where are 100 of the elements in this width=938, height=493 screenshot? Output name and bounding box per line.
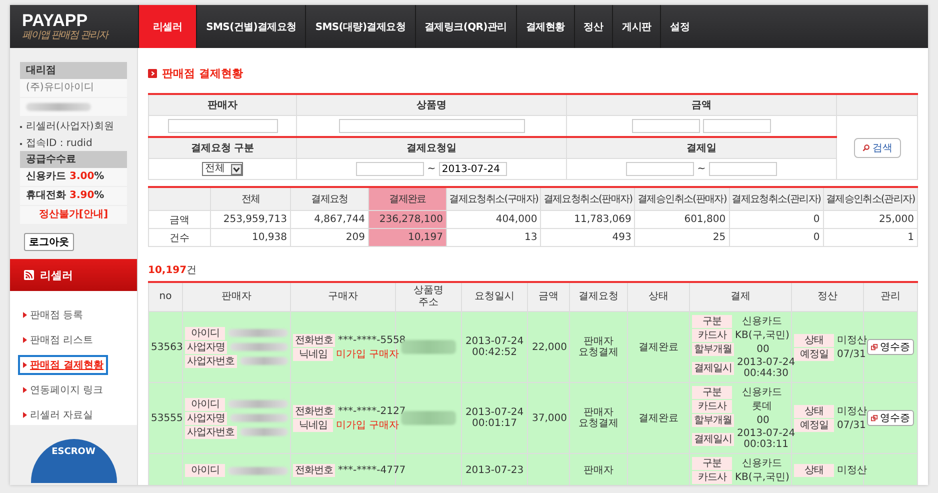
nav-tab[interactable]: SMS(건별)결제요청 <box>196 5 306 48</box>
field-label: 구분 <box>692 457 732 470</box>
field-value: 롯데 <box>751 401 773 412</box>
status-text: 결제완료 <box>638 342 678 352</box>
table-cell: 10,938 <box>210 228 290 246</box>
row-label: 금액 <box>148 210 210 228</box>
column-header: 결제요청 <box>290 187 368 210</box>
date-to-input[interactable]: 2013-07-24 <box>438 162 507 176</box>
table-cell: 209 <box>290 228 368 246</box>
table-cell: 13 <box>446 228 541 246</box>
field-value: 미가입 구매자 <box>336 348 400 360</box>
column-header: 결제요청일 <box>296 137 566 158</box>
column-header: no <box>148 282 182 312</box>
menu-item[interactable]: 리셀러 자료실 <box>18 405 98 425</box>
receipt-button[interactable]: 영수증 <box>867 339 914 355</box>
column-header: 결제완료 <box>368 187 446 210</box>
table-cell: 253,959,713 <box>210 210 290 228</box>
field-value: 2013-07-24 00:03:11 <box>737 428 796 450</box>
amount-max-input[interactable] <box>703 119 772 133</box>
request-time: 2013-07-24 00:42:52 <box>464 336 525 358</box>
nav-tab[interactable]: 결제링크(QR)관리 <box>414 5 516 48</box>
field-value: ***-****-2127 <box>338 406 406 416</box>
product-input[interactable] <box>338 119 524 133</box>
field-label: 구분 <box>692 315 732 328</box>
field-label: 예정일 <box>794 348 834 360</box>
table-cell: 25,000 <box>823 210 918 228</box>
seller-input[interactable] <box>168 119 278 133</box>
page-title: 판매점 결제현황 <box>148 66 918 81</box>
nav-tab[interactable]: 설정 <box>660 5 699 48</box>
table-cell: 53555 <box>151 412 183 424</box>
column-header: 전체 <box>210 187 290 210</box>
column-header: 상품명 <box>296 94 566 116</box>
menu-item[interactable]: 판매점 등록 <box>18 305 88 325</box>
field-label: 결제일시 <box>692 432 734 446</box>
field-label: 구분 <box>692 386 732 399</box>
nav-tab[interactable]: 게시판 <box>612 5 660 48</box>
bullet-icon <box>23 362 27 368</box>
request-time: 2013-07-24 00:01:17 <box>464 407 525 429</box>
field-value: 신용카드 <box>741 387 783 398</box>
field-value: 00 <box>756 344 770 355</box>
field-label: 카드사 <box>692 400 732 413</box>
table-cell: 4,867,744 <box>290 210 368 228</box>
field-label: 결제일시 <box>692 362 734 374</box>
fee-rate: 휴대전화 3.90% <box>20 187 127 206</box>
table-cell: 10,197 <box>368 228 446 246</box>
redacted-block <box>240 428 288 436</box>
table-cell: 53563 <box>151 342 183 352</box>
nav-tab[interactable]: 리셀러 <box>138 5 196 48</box>
nav-tab[interactable]: 정산 <box>574 5 612 48</box>
paid-to-input[interactable] <box>708 162 777 176</box>
field-label: 할부개월 <box>692 414 734 427</box>
column-header: 결제요청 <box>570 282 628 312</box>
nav-tab[interactable]: SMS(대량)결제요청 <box>305 5 415 48</box>
field-label: 사업자번호 <box>185 426 236 438</box>
field-label: 전화번호 <box>293 334 335 346</box>
request-time: 2013-07-23 <box>464 465 525 476</box>
title-bullet-icon <box>148 69 157 78</box>
logo-subtitle: 페이앱 판매점 관리자 <box>22 30 110 42</box>
field-value: 00 <box>756 415 770 426</box>
table-cell: 37,000 <box>532 412 567 424</box>
field-label: 할부개월 <box>692 343 734 356</box>
escrow-badge: ESCROW <box>30 439 116 483</box>
redacted-block <box>230 343 288 351</box>
field-value: ***-****-5558 <box>338 334 406 346</box>
column-header: 판매자 <box>182 282 290 312</box>
menu-item[interactable]: 판매점 리스트 <box>18 330 98 350</box>
field-label: 상태 <box>794 464 834 477</box>
nav-tab[interactable]: 결제현황 <box>516 5 574 48</box>
bullet-icon <box>23 337 27 343</box>
fee-heading: 공급수수료 <box>20 151 127 168</box>
request-type: 판매자 요청결제 <box>578 407 620 429</box>
field-value: KB(구,국민) <box>735 472 790 483</box>
field-value: ***-****-4777 <box>338 465 406 476</box>
field-value: 신용카드 <box>741 316 783 327</box>
field-label: 아이디 <box>185 464 225 477</box>
column-header: 결제승인취소(관리자) <box>823 187 918 210</box>
link-icon <box>871 344 878 350</box>
notice-link[interactable]: 정산불가[안내] <box>38 209 108 220</box>
menu-item[interactable]: 연동페이지 링크 <box>18 380 108 400</box>
table-cell: 1 <box>823 228 918 246</box>
row-label: 건수 <box>148 228 210 246</box>
agency-heading: 대리점 <box>20 62 127 79</box>
amount-min-input[interactable] <box>632 119 700 133</box>
table-cell: 0 <box>729 210 824 228</box>
column-header: 결제승인취소(판매자) <box>634 187 730 210</box>
bullet-icon <box>23 412 27 418</box>
dropdown-arrow-icon <box>231 164 242 174</box>
column-header: 상태 <box>628 282 690 312</box>
date-from-input[interactable] <box>356 162 424 176</box>
member-info: 리셀러(사업자)회원 <box>26 120 114 134</box>
paid-from-input[interactable] <box>626 162 694 176</box>
field-label: 닉네임 <box>293 348 333 360</box>
field-label: 아이디 <box>185 398 225 410</box>
receipt-button[interactable]: 영수증 <box>867 410 914 426</box>
field-value: 미정산 <box>837 465 867 476</box>
search-button[interactable]: 검색 <box>854 138 900 158</box>
column-header: 정산 <box>792 282 864 312</box>
redacted-block <box>228 400 288 408</box>
logout-button[interactable]: 로그아웃 <box>24 233 74 251</box>
request-type-select[interactable]: 전체 <box>202 162 243 176</box>
